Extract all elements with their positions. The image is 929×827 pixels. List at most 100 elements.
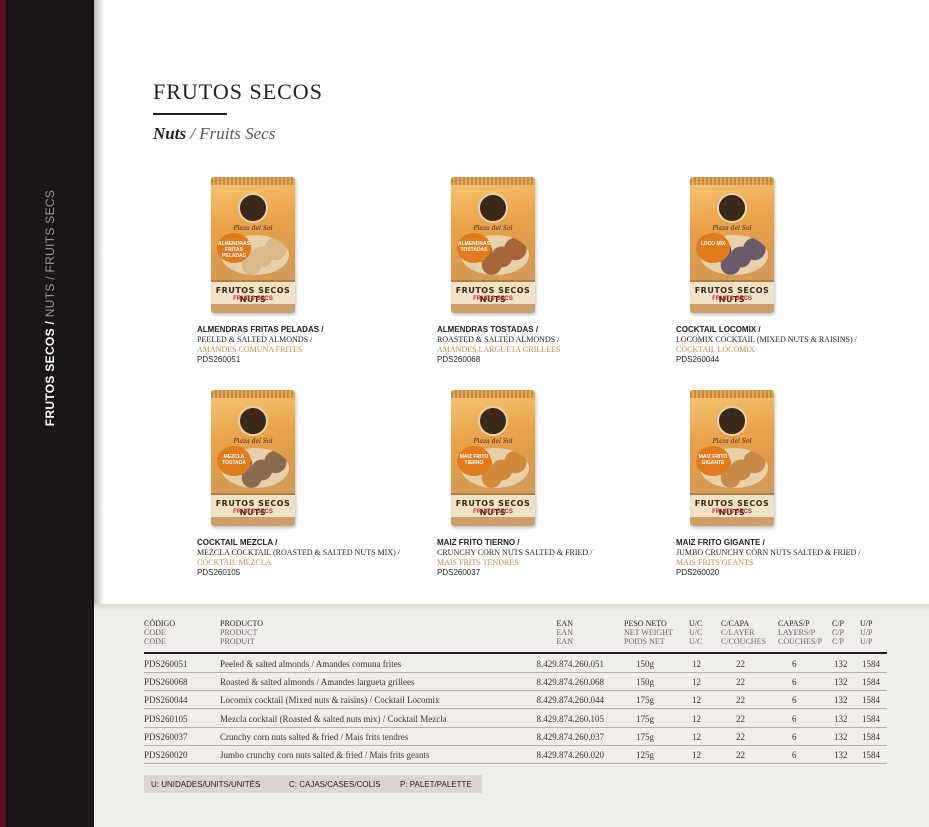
product-name-es: COCKTAIL MEZCLA /	[197, 538, 278, 547]
product-info: ALMENDRAS TOSTADAS / ROASTED & SALTED AL…	[437, 325, 677, 365]
cell-up: 1584	[862, 713, 880, 724]
cell-code: PDS260068	[144, 677, 188, 688]
col-header-cp-line: C/P	[832, 628, 845, 637]
bag-brand: Plaza del Sol	[233, 225, 273, 232]
cell-ccapa: 22	[736, 713, 745, 724]
table-row: PDS260020 Jumbo crunchy corn nuts salted …	[144, 746, 887, 764]
product-name-es: MAIZ FRITO GIGANTE /	[676, 538, 765, 547]
col-header-capas-line: CAPAS/P	[778, 619, 810, 628]
brand-emblem-icon	[478, 406, 508, 436]
cell-up: 1584	[862, 659, 880, 669]
cell-uc: 12	[692, 695, 701, 706]
bag-seal	[690, 390, 774, 398]
cell-cp: 132	[834, 677, 848, 688]
page-subtitle: Nuts / Fruits Secs	[153, 124, 275, 144]
cell-uc: 12	[692, 677, 701, 688]
bag-badge: MAIZ FRITO GIGANTE	[696, 446, 730, 476]
cell-uc: 12	[692, 731, 701, 742]
cell-uc: 12	[692, 713, 701, 724]
bag-seal	[211, 390, 295, 398]
cell-ean: 8.429.874.260.068	[536, 677, 605, 688]
spine-label-primary: FRUTOS SECOS /	[43, 320, 57, 427]
bag-band-sub: FRUITS SECS	[712, 509, 752, 515]
col-header-up-line: U/P	[860, 619, 873, 628]
spine-stripe	[0, 0, 6, 827]
col-header-ean-line: EAN	[556, 628, 573, 637]
product-bag-image: Plaza del Sol MEZCLA TOSTADA FRUTOS SECO…	[211, 390, 295, 526]
product-info: MAIZ FRITO GIGANTE / JUMBO CRUNCHY CORN …	[676, 538, 916, 578]
cell-ccapa: 22	[736, 731, 745, 742]
product-bag-image: Plaza del Sol ALMENDRAS TOSTADAS FRUTOS …	[451, 177, 535, 313]
product-name-es: ALMENDRAS FRITAS PELADAS /	[197, 325, 324, 334]
product-name-fr: AMANDES LARGUETA GRILLEES	[437, 345, 561, 354]
col-header-weight: PESO NETO NET WEIGHT POIDS NET	[624, 619, 673, 646]
product-name-es: MAIZ FRITO TIERNO /	[437, 538, 520, 547]
product-name-fr: MAIS FRITS GEANTS	[676, 558, 754, 567]
bag-badge: ALMENDRAS TOSTADAS	[457, 233, 491, 263]
bag-band: FRUTOS SECOS NUTS FRUITS SECS	[690, 280, 774, 304]
product-name-en: JUMBO CRUNCHY CORN NUTS SALTED & FRIED /	[676, 548, 861, 557]
col-header-ean-line: EAN	[556, 637, 573, 646]
col-header-up: U/P U/P U/P	[860, 619, 872, 646]
cell-ccapa: 22	[736, 695, 745, 706]
cell-ean: 8.429.874.260.051	[536, 659, 605, 669]
col-header-weight-line: NET WEIGHT	[624, 628, 673, 637]
brand-emblem-icon	[478, 193, 508, 223]
product-name-fr: COCKTAIL LOCOMIX	[676, 345, 755, 354]
col-header-ccapa: C/CAPA C/LAYER C/COUCHES	[721, 619, 766, 646]
bag-band: FRUTOS SECOS NUTS FRUITS SECS	[451, 280, 535, 304]
bag-band-sub: FRUITS SECS	[473, 296, 513, 302]
cell-ccapa: 22	[736, 677, 745, 688]
spine-label-secondary: NUTS / FRUITS SECS	[43, 189, 57, 321]
cell-product: Crunchy corn nuts salted & fried / Mais …	[220, 731, 409, 742]
col-header-uc-line: U/C	[689, 619, 703, 628]
cell-product: Locomix cocktail (Mixed nuts & raisins) …	[220, 695, 440, 706]
cell-up: 1584	[862, 677, 880, 688]
bag-band-sub: FRUITS SECS	[473, 509, 513, 515]
bag-badge: MAIZ FRITO TIERNO	[457, 446, 491, 476]
table-row: PDS260105 Mezcla cocktail (Roasted & salt…	[144, 710, 887, 728]
col-header-capas-line: COUCHES/P	[778, 637, 823, 646]
legend-units: U: UNIDADES/UNITS/UNITÉS	[151, 780, 261, 789]
product-name-en: CRUNCHY CORN NUTS SALTED & FRIED /	[437, 548, 593, 557]
legend-cases: C: CAJAS/CASES/COLIS	[289, 780, 381, 789]
bag-brand: Plaza del Sol	[473, 225, 513, 232]
subtitle-main: Nuts	[153, 124, 187, 143]
cell-weight: 150g	[636, 677, 654, 688]
cell-up: 1584	[862, 731, 880, 742]
cell-ean: 8.429.874.260.037	[536, 731, 605, 742]
bag-badge: MEZCLA TOSTADA	[217, 446, 251, 476]
product-code: PDS260020	[676, 568, 720, 577]
col-header-product-line: PRODUIT	[220, 637, 255, 646]
table-row: PDS260051 Peeled & salted almonds / Amand…	[144, 655, 887, 673]
product-name-en: PEELED & SALTED ALMONDS /	[197, 335, 313, 344]
col-header-cp: C/P C/P C/P	[832, 619, 844, 646]
col-header-code-line: CODE	[144, 637, 166, 646]
col-header-weight-line: POIDS NET	[624, 637, 665, 646]
col-header-weight-line: PESO NETO	[624, 619, 667, 628]
product-info: COCKTAIL LOCOMIX / LOCOMIX COCKTAIL (MIX…	[676, 325, 916, 365]
bag-seal	[451, 390, 535, 398]
bag-band-sub: FRUITS SECS	[233, 296, 273, 302]
cell-ccapa: 22	[736, 750, 745, 760]
product-code: PDS260068	[437, 355, 481, 364]
brand-emblem-icon	[717, 406, 747, 436]
cell-product: Mezcla cocktail (Roasted & salted nuts m…	[220, 713, 447, 724]
brand-emblem-icon	[238, 406, 268, 436]
cell-cp: 132	[834, 750, 848, 760]
bag-brand: Plaza del Sol	[233, 438, 273, 445]
bag-seal	[690, 177, 774, 185]
units-legend: U: UNIDADES/UNITS/UNITÉS C: CAJAS/CASES/…	[144, 775, 482, 793]
product-name-en: MEZCLA COCKTAIL (ROASTED & SALTED NUTS M…	[197, 548, 400, 557]
bag-band: FRUTOS SECOS NUTS FRUITS SECS	[451, 493, 535, 517]
cell-ean: 8.429.874.260.105	[536, 713, 605, 724]
cell-code: PDS260020	[144, 750, 188, 760]
product-bag-image: Plaza del Sol MAIZ FRITO TIERNO FRUTOS S…	[451, 390, 535, 526]
subtitle-rest: / Fruits Secs	[186, 124, 276, 143]
spine-label: FRUTOS SECOS / NUTS / FRUITS SECS	[43, 190, 57, 426]
product-info: COCKTAIL MEZCLA / MEZCLA COCKTAIL (ROAST…	[197, 538, 437, 578]
product-code: PDS260105	[197, 568, 241, 577]
cell-capas: 6	[792, 731, 797, 742]
legend-pallet: P: PALET/PALETTE	[400, 780, 472, 789]
bag-band: FRUTOS SECOS NUTS FRUITS SECS	[211, 493, 295, 517]
